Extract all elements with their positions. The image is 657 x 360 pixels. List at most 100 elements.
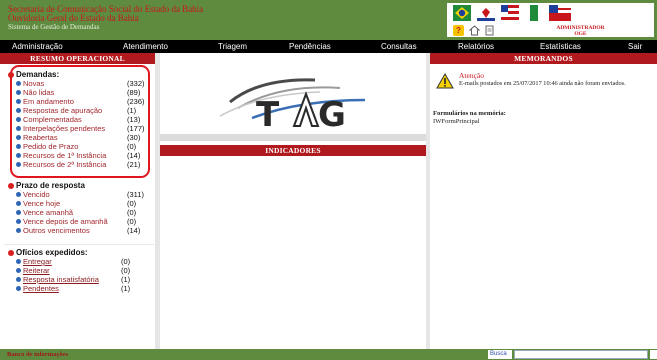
flag-green-icon[interactable]	[525, 5, 543, 21]
blue-bullet-icon	[16, 108, 21, 113]
red-bullet-icon	[8, 71, 14, 78]
menu-sair[interactable]: Sair	[628, 40, 642, 53]
memorandos-title: MEMORANDOS	[430, 53, 657, 64]
item-label[interactable]: Pedido de Prazo	[23, 142, 78, 151]
list-item[interactable]: Não lidas (89)	[6, 88, 151, 97]
item-count: (14)	[127, 151, 141, 160]
item-count: (89)	[127, 88, 141, 97]
document-icon[interactable]	[484, 25, 495, 36]
list-item[interactable]: Outros vencimentos (14)	[6, 226, 151, 235]
item-label[interactable]: Vence amanhã	[23, 208, 73, 217]
blue-bullet-icon	[16, 99, 21, 104]
prazo-label: Prazo de resposta	[16, 181, 85, 190]
header: Secretaria de Comunicação Social do Esta…	[0, 0, 657, 40]
user-unit: OGE	[574, 31, 587, 37]
flag-state-icon[interactable]	[549, 5, 571, 21]
item-count: (1)	[121, 284, 131, 293]
list-item[interactable]: Recursos de 2ª Instância (21)	[6, 160, 151, 169]
item-label[interactable]: Novas	[23, 79, 44, 88]
menu-pendencias[interactable]: Pendências	[289, 40, 331, 53]
item-label[interactable]: Recursos de 1ª Instância	[23, 151, 106, 160]
list-item[interactable]: Complementadas (13)	[6, 115, 151, 124]
list-item[interactable]: Novas (332)	[6, 79, 151, 88]
menu-relatorios[interactable]: Relatórios	[458, 40, 494, 53]
list-item[interactable]: Resposta insatisfatória (1)	[6, 275, 151, 284]
list-item[interactable]: Vencido (311)	[6, 190, 151, 199]
system-name: Sistema de Gestão de Demandas	[8, 23, 100, 31]
blue-bullet-icon	[16, 126, 21, 131]
user-info: ADMINISTRADOR OGE	[507, 24, 654, 37]
item-link[interactable]: Pendentes	[23, 284, 59, 293]
item-count: (332)	[127, 79, 145, 88]
blue-bullet-icon	[16, 135, 21, 140]
item-label[interactable]: Complementadas	[23, 115, 82, 124]
flag-bahia-icon[interactable]	[501, 5, 519, 21]
item-label[interactable]: Respostas de apuração	[23, 106, 102, 115]
item-label[interactable]: Interpelações pendentes	[23, 124, 105, 133]
list-item[interactable]: Pendentes (1)	[6, 284, 151, 293]
item-label[interactable]: Vence depois de amanhã	[23, 217, 108, 226]
list-item[interactable]: Respostas de apuração (1)	[6, 106, 151, 115]
org-name-line2: Ouvidoria Geral do Estado da Bahia	[8, 13, 139, 23]
demandas-title: Demandas:	[6, 70, 151, 79]
blue-bullet-icon	[16, 219, 21, 224]
item-label[interactable]: Vence hoje	[23, 199, 60, 208]
blue-bullet-icon	[16, 90, 21, 95]
blue-bullet-icon	[16, 210, 21, 215]
prazo-title: Prazo de resposta	[6, 181, 151, 190]
item-label[interactable]: Recursos de 2ª Instância	[23, 160, 106, 169]
divider-bar	[160, 134, 426, 141]
list-item[interactable]: Entregar (0)	[6, 257, 151, 266]
item-count: (236)	[127, 97, 145, 106]
blue-bullet-icon	[16, 153, 21, 158]
list-item[interactable]: Em andamento (236)	[6, 97, 151, 106]
item-count: (177)	[127, 124, 145, 133]
blue-bullet-icon	[16, 81, 21, 86]
blue-bullet-icon	[16, 162, 21, 167]
banco-informacoes-label[interactable]: Banco de informações	[7, 349, 68, 360]
list-item[interactable]: Vence amanhã (0)	[6, 208, 151, 217]
list-item[interactable]: Reabertas (30)	[6, 133, 151, 142]
list-item[interactable]: Interpelações pendentes (177)	[6, 124, 151, 133]
list-item[interactable]: Vence depois de amanhã (0)	[6, 217, 151, 226]
item-count: (14)	[127, 226, 141, 235]
flag-emblem-icon[interactable]	[477, 5, 495, 21]
search-input[interactable]	[514, 350, 648, 359]
item-label[interactable]: Não lidas	[23, 88, 54, 97]
item-link[interactable]: Reiterar	[23, 266, 50, 275]
indicadores-header: INDICADORES	[160, 145, 426, 156]
search-go-button[interactable]	[650, 350, 657, 359]
item-link[interactable]: Resposta insatisfatória	[23, 275, 99, 284]
menu-atendimento[interactable]: Atendimento	[123, 40, 168, 53]
demandas-group: Demandas: Novas (332) Não lidas (89) Em an…	[6, 70, 151, 169]
oficios-group: Ofícios expedidos: Entregar (0) Reiterar (…	[6, 248, 151, 293]
home-icon[interactable]	[469, 25, 480, 36]
help-icon[interactable]: ?	[453, 25, 464, 36]
item-label[interactable]: Em andamento	[23, 97, 74, 106]
menu-triagem[interactable]: Triagem	[218, 40, 247, 53]
list-item[interactable]: Vence hoje (0)	[6, 199, 151, 208]
menu-estatisticas[interactable]: Estatísticas	[540, 40, 581, 53]
blue-bullet-icon	[16, 277, 21, 282]
blue-bullet-icon	[16, 286, 21, 291]
search-label: Busca	[488, 350, 512, 359]
tag-logo: T G	[160, 64, 426, 142]
alert-box: Atenção E-mails postados em 25/07/2017 1…	[433, 71, 655, 96]
list-item[interactable]: Recursos de 1ª Instância (14)	[6, 151, 151, 160]
red-bullet-icon	[8, 249, 14, 256]
menu-consultas[interactable]: Consultas	[381, 40, 417, 53]
item-label[interactable]: Outros vencimentos	[23, 226, 90, 235]
list-item[interactable]: Pedido de Prazo (0)	[6, 142, 151, 151]
forms-item[interactable]: IWFormPrincipal	[433, 118, 480, 125]
item-count: (1)	[121, 275, 131, 284]
tag-logo-icon: T G	[219, 78, 366, 135]
menu-administracao[interactable]: Administração	[12, 40, 63, 53]
item-label[interactable]: Vencido	[23, 190, 50, 199]
oficios-title: Ofícios expedidos:	[6, 248, 151, 257]
item-link[interactable]: Entregar	[23, 257, 52, 266]
item-label[interactable]: Reabertas	[23, 133, 58, 142]
flag-brazil-icon[interactable]	[453, 5, 471, 21]
item-count: (0)	[127, 142, 137, 151]
oficios-label: Ofícios expedidos:	[16, 248, 88, 257]
list-item[interactable]: Reiterar (0)	[6, 266, 151, 275]
